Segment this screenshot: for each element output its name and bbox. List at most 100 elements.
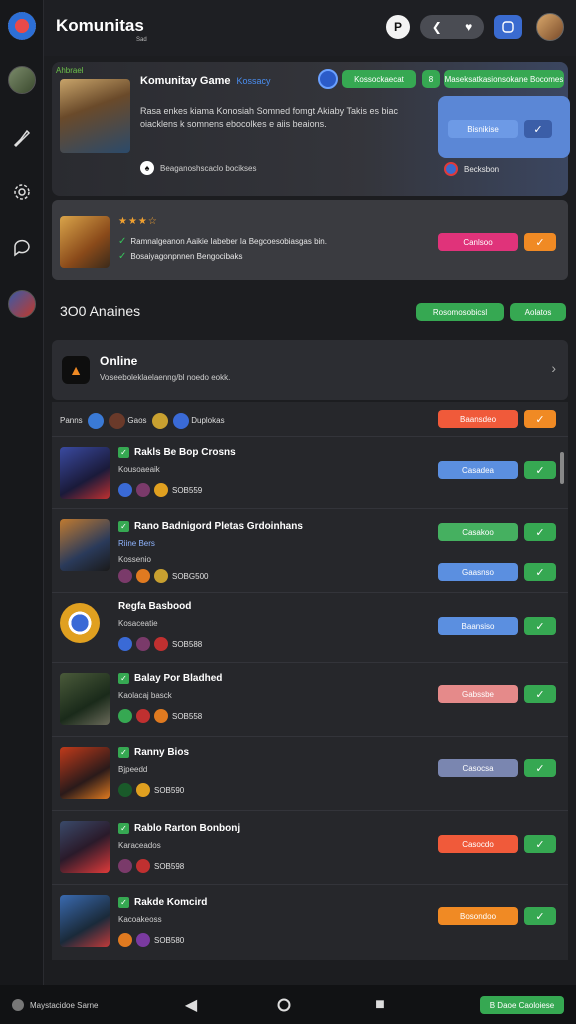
heart-icon[interactable]: ♥ [465,20,472,34]
item-title: ✓ Rablo Rarton Bonbonj [118,823,240,834]
item-meta: SOB558 [118,709,202,723]
bottom-cta-button[interactable]: B Daoe Caoloiese [480,996,564,1014]
game-thumbnail [60,673,110,725]
item-title: ✓ Ranny Bios [118,747,189,758]
recommended-button[interactable]: Canlsoo [438,233,518,251]
featured-description: Rasa enkes kiama Konosiah Somned fomgt A… [140,106,398,129]
header-avatar[interactable] [536,13,564,41]
item-action-button[interactable]: Casocdo [438,835,518,853]
item-subtitle: Kacoakeoss [118,915,162,924]
featured-title-tag: Kossacy [236,76,271,86]
featured-cta-secondary[interactable]: Becksbon [444,162,499,176]
item-tag: Riine Bers [118,539,155,548]
item-meta: SOB580 [118,933,184,947]
chat-square-icon[interactable] [494,15,522,39]
featured-check-button[interactable]: ✓ [524,120,552,138]
item-title: ✓ Rakls Be Bop Crosns [118,447,236,458]
list-header-button[interactable]: Baansdeo [438,410,518,428]
featured-pill-main[interactable]: Kossockaecat [342,70,416,88]
featured-image [60,79,130,153]
online-title: Online [100,354,138,368]
app-subtitle: Sad [136,37,147,43]
item-action-button[interactable]: Casocsa [438,759,518,777]
item-action-button[interactable]: Bosondoo [438,907,518,925]
user-avatar[interactable] [8,66,36,94]
list-item[interactable]: ✓ Rano Badnigord Pletas Grdoinhans Riine … [52,508,568,592]
item-check-button[interactable]: ✓ [524,907,556,925]
item-action-button[interactable]: Baansiso [438,617,518,635]
section-title: 3O0 Anaines [60,303,141,319]
recommended-line1: ✓ Ramnalgeanon Aaikie Iabeber Ia Begcoeso… [118,236,327,247]
featured-link[interactable]: ♠ Beaganoshscaclo bocikses [140,161,257,175]
item-check-button[interactable]: ✓ [524,617,556,635]
recommended-card[interactable]: ★★★☆ ✓ Ramnalgeanon Aaikie Iabeber Ia Beg… [52,200,568,280]
list-header-check[interactable]: ✓ [524,410,556,428]
chat-bubble-icon[interactable] [8,234,36,262]
item-check-button[interactable]: ✓ [524,685,556,703]
item-check-button[interactable]: ✓ [524,759,556,777]
scrollbar-thumb[interactable] [560,452,564,484]
action-pill: ❮ ♥ [420,15,484,39]
chevron-right-icon[interactable]: › [551,360,556,376]
badge-icon [172,413,189,429]
item-check-button[interactable]: ✓ [524,461,556,479]
back-nav-icon[interactable]: ◀ [183,997,199,1014]
game-thumbnail [60,519,110,571]
badge-icon [109,413,126,429]
list-item[interactable]: ✓ Balay Por Bladhed Kaolacaj basck SOB558… [52,662,568,736]
item-subtitle: Kossenio [118,555,151,564]
game-thumbnail [60,447,110,499]
game-thumbnail [60,603,100,643]
item-meta: SOB559 [118,483,202,497]
badge-icon [151,413,168,429]
section-button-1[interactable]: Rosomosobicsl [416,303,504,321]
featured-pill-small[interactable]: 8 [422,70,440,88]
profile-button[interactable]: P [386,15,410,39]
bottom-status: Maystacidoe Sarne [12,999,98,1011]
recents-nav-icon[interactable]: ■ [372,996,388,1013]
item-subtitle: Kosaceatie [118,619,158,628]
item-check-button-2[interactable]: ✓ [524,563,556,581]
item-action-button[interactable]: Casadea [438,461,518,479]
app-logo-icon[interactable] [8,12,36,40]
item-subtitle: Karaceados [118,841,161,850]
recommended-check[interactable]: ✓ [524,233,556,251]
app-title: Komunitas [56,16,144,35]
game-thumbnail [60,895,110,947]
gear-icon[interactable] [8,178,36,206]
brush-icon[interactable] [8,124,36,152]
featured-pill-right[interactable]: Maseksatkasionsokane Bocomes [444,70,564,88]
item-meta: SOBG500 [118,569,208,583]
section-button-2[interactable]: Aolatos [510,303,566,321]
item-action-button-2[interactable]: Gaasnso [438,563,518,581]
item-title: ✓ Rano Badnigord Pletas Grdoinhans [118,521,303,532]
online-banner[interactable]: ▲ Online Voseeboleklaelaenng/bl noedo eo… [52,340,568,400]
list-item[interactable]: ✓ Rablo Rarton Bonbonj Karaceados SOB598 … [52,810,568,884]
friend-avatar[interactable] [8,290,36,318]
item-action-button[interactable]: Casakoo [438,523,518,541]
globe-icon[interactable] [318,69,338,89]
list-header-label: Panns Gaos Duplokas [60,413,225,429]
item-check-button[interactable]: ✓ [524,523,556,541]
list-item[interactable]: ✓ Rakde Komcird Kacoakeoss SOB580 Bosondo… [52,884,568,960]
item-action-button[interactable]: Gabssbe [438,685,518,703]
top-header: Komunitas Sad P ❮ ♥ [44,0,576,56]
list-item[interactable]: ✓ Rakls Be Bop Crosns Kousoaeaik SOB559 C… [52,436,568,508]
status-dot-icon [12,999,24,1011]
list-item[interactable]: ✓ Ranny Bios Bjpeedd SOB590 Casocsa ✓ [52,736,568,810]
item-title: ✓ Balay Por Bladhed [118,673,222,684]
item-title: ✓ Rakde Komcird [118,897,207,908]
recommended-line2: ✓ Bosaiyagonpnnen Bengocibaks [118,251,243,262]
featured-cta-button[interactable]: Bisnikise [448,120,518,138]
featured-card[interactable]: Ahbrael Komunitay Game Kossacy Kossockaec… [52,62,570,196]
item-subtitle: Bjpeedd [118,765,148,774]
item-subtitle: Kaolacaj basck [118,691,172,700]
list-item[interactable]: Regfa Basbood Kosaceatie SOB588 Baansiso… [52,592,568,662]
back-arrow-icon[interactable]: ❮ [432,20,442,34]
featured-tag: Ahbrael [56,66,84,75]
left-rail [0,0,44,985]
item-check-button[interactable]: ✓ [524,835,556,853]
home-nav-icon[interactable] [276,997,292,1013]
rating-stars: ★★★☆ [118,216,158,227]
item-meta: SOB588 [118,637,202,651]
